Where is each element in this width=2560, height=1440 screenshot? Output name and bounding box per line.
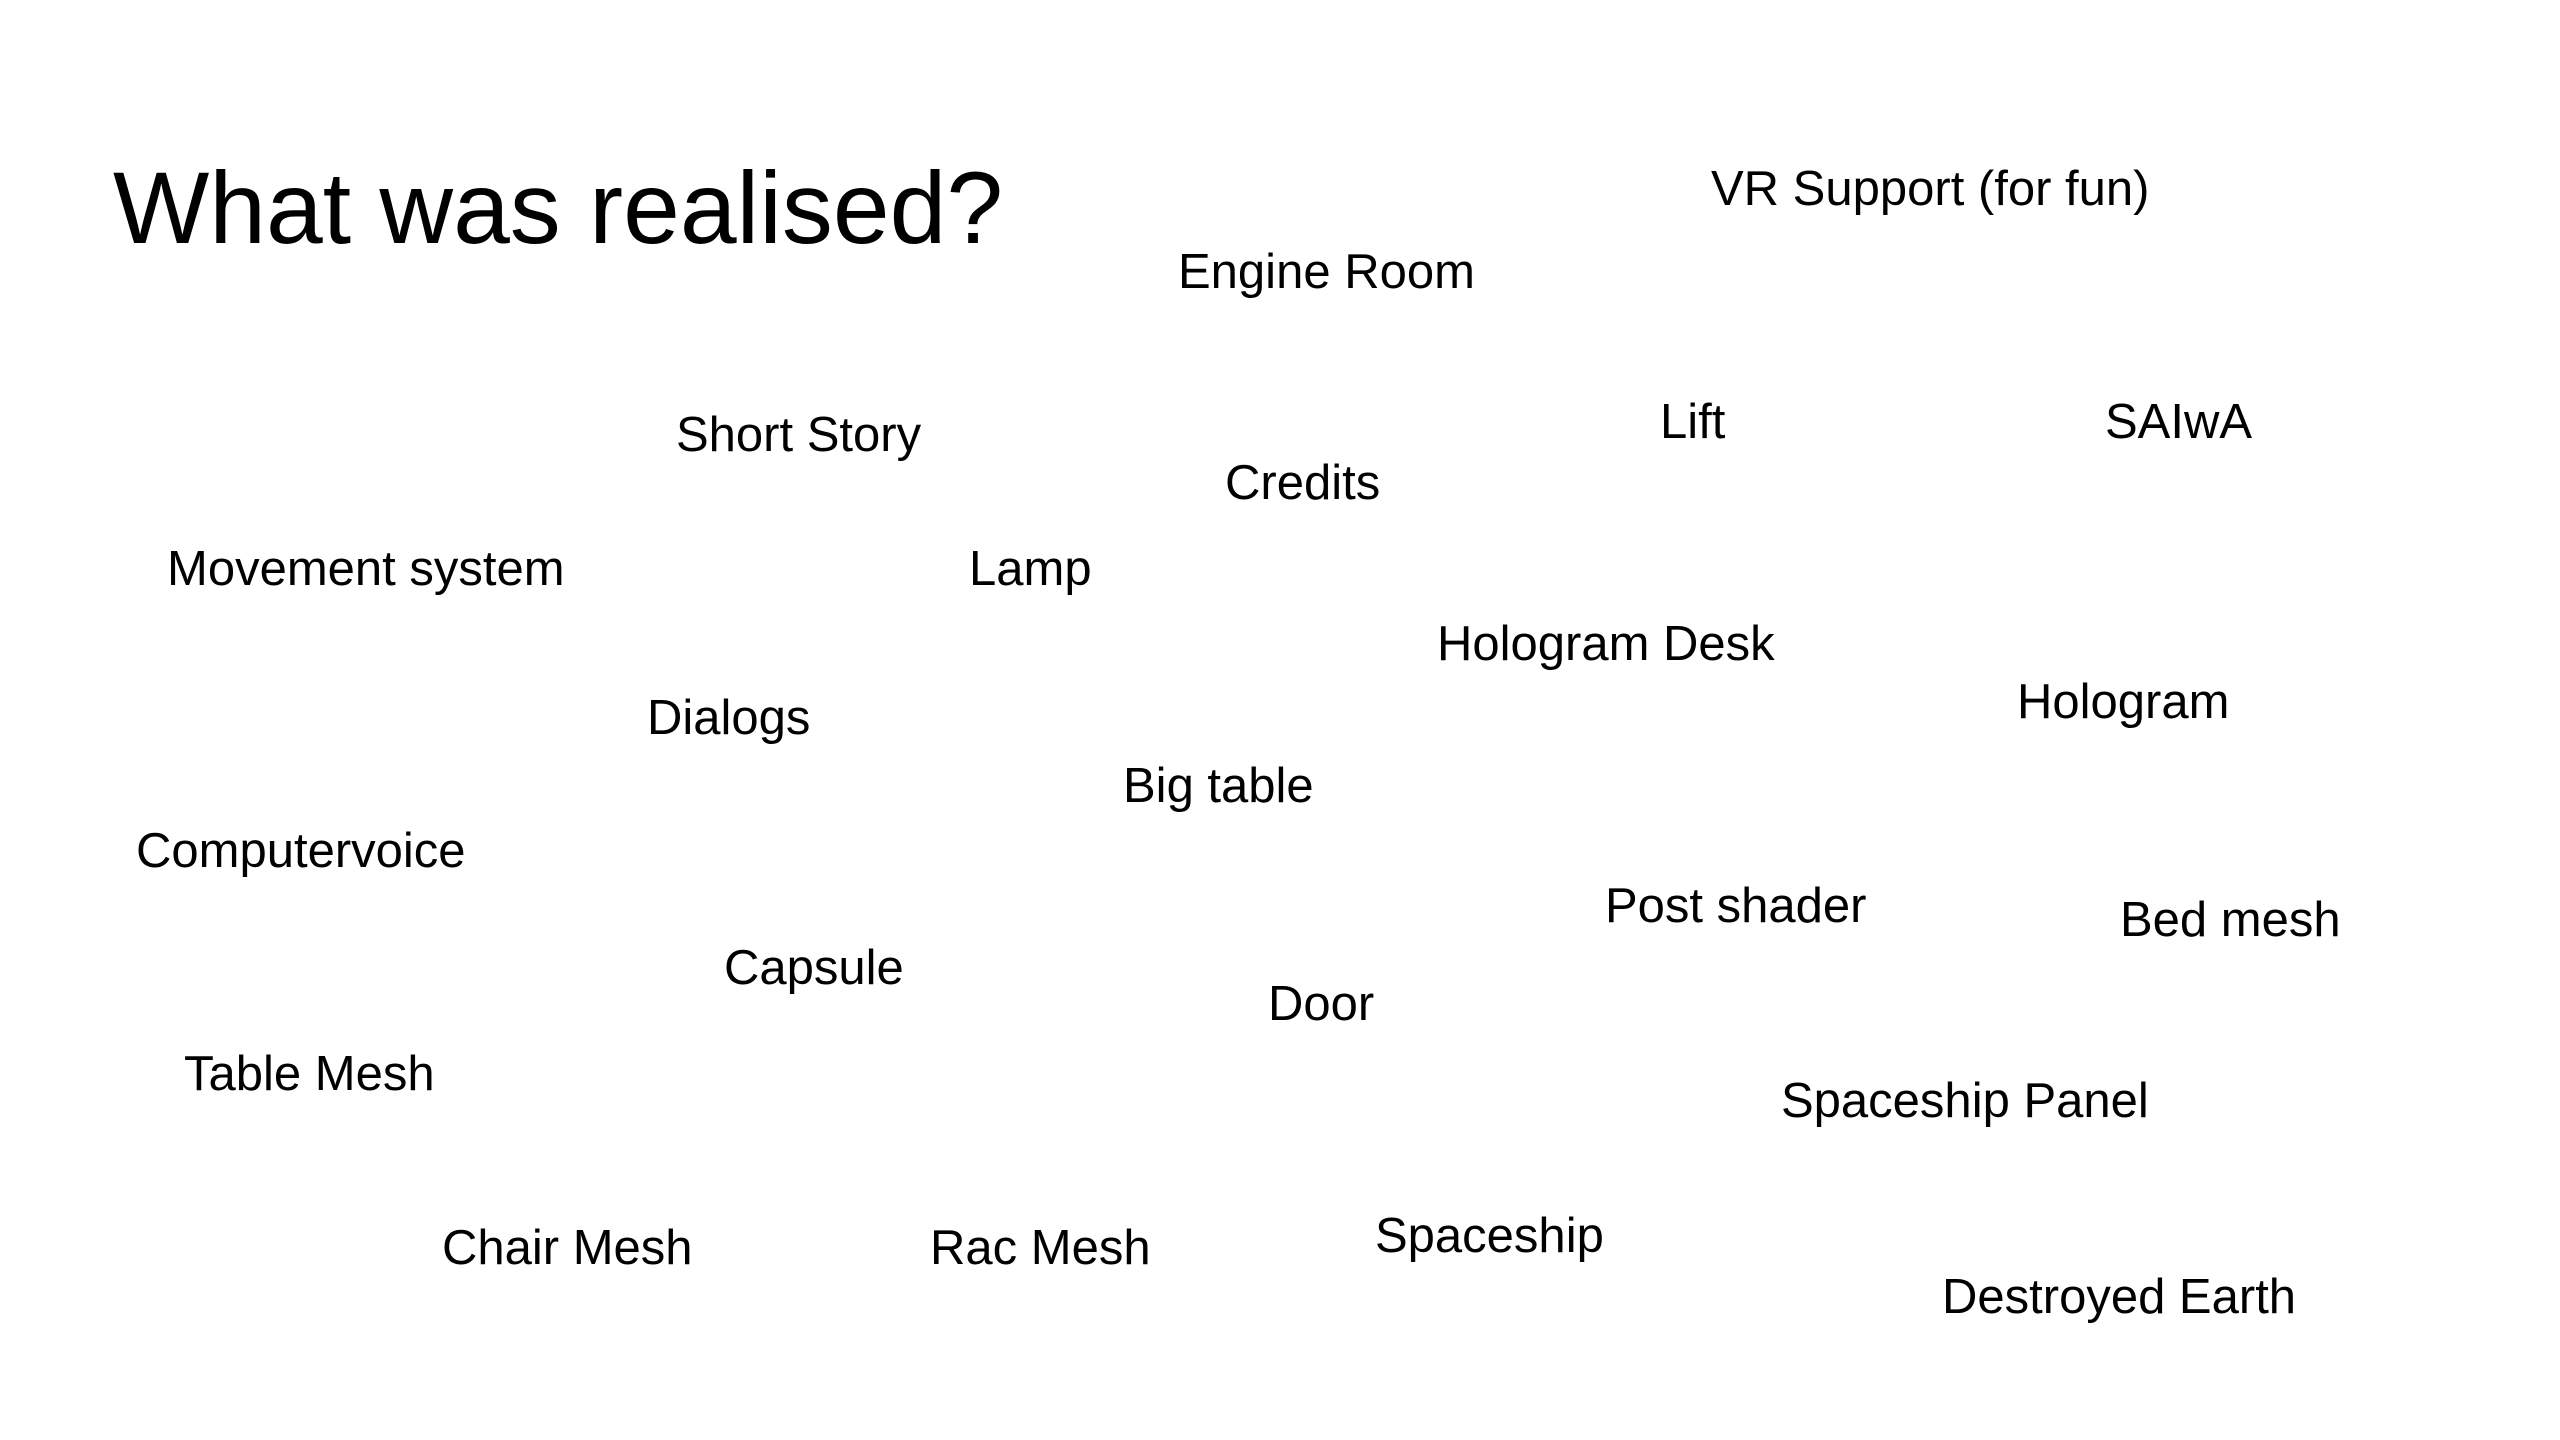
item-short-story: Short Story xyxy=(676,408,922,462)
item-post-shader: Post shader xyxy=(1605,879,1867,933)
item-capsule: Capsule xyxy=(724,941,904,995)
item-big-table: Big table xyxy=(1123,759,1314,813)
item-rac-mesh: Rac Mesh xyxy=(930,1221,1151,1275)
item-spaceship-panel: Spaceship Panel xyxy=(1781,1074,2149,1128)
item-engine-room: Engine Room xyxy=(1178,245,1475,299)
item-lamp: Lamp xyxy=(969,542,1092,596)
item-dialogs: Dialogs xyxy=(647,691,811,745)
item-table-mesh: Table Mesh xyxy=(184,1047,435,1101)
item-credits: Credits xyxy=(1225,456,1381,510)
item-lift: Lift xyxy=(1660,395,1726,449)
item-computervoice: Computervoice xyxy=(136,824,466,878)
item-hologram-desk: Hologram Desk xyxy=(1437,617,1775,671)
item-hologram: Hologram xyxy=(2017,675,2230,729)
slide-title: What was realised? xyxy=(113,151,1004,265)
slide: What was realised? VR Support (for fun) … xyxy=(0,0,2560,1440)
item-vr-support: VR Support (for fun) xyxy=(1711,162,2150,216)
item-bed-mesh: Bed mesh xyxy=(2120,893,2341,947)
item-chair-mesh: Chair Mesh xyxy=(442,1221,693,1275)
item-destroyed-earth: Destroyed Earth xyxy=(1942,1270,2297,1324)
item-saiwa: SAIwA xyxy=(2105,395,2253,449)
item-door: Door xyxy=(1268,977,1375,1031)
item-movement-system: Movement system xyxy=(167,542,565,596)
item-spaceship: Spaceship xyxy=(1375,1209,1604,1263)
